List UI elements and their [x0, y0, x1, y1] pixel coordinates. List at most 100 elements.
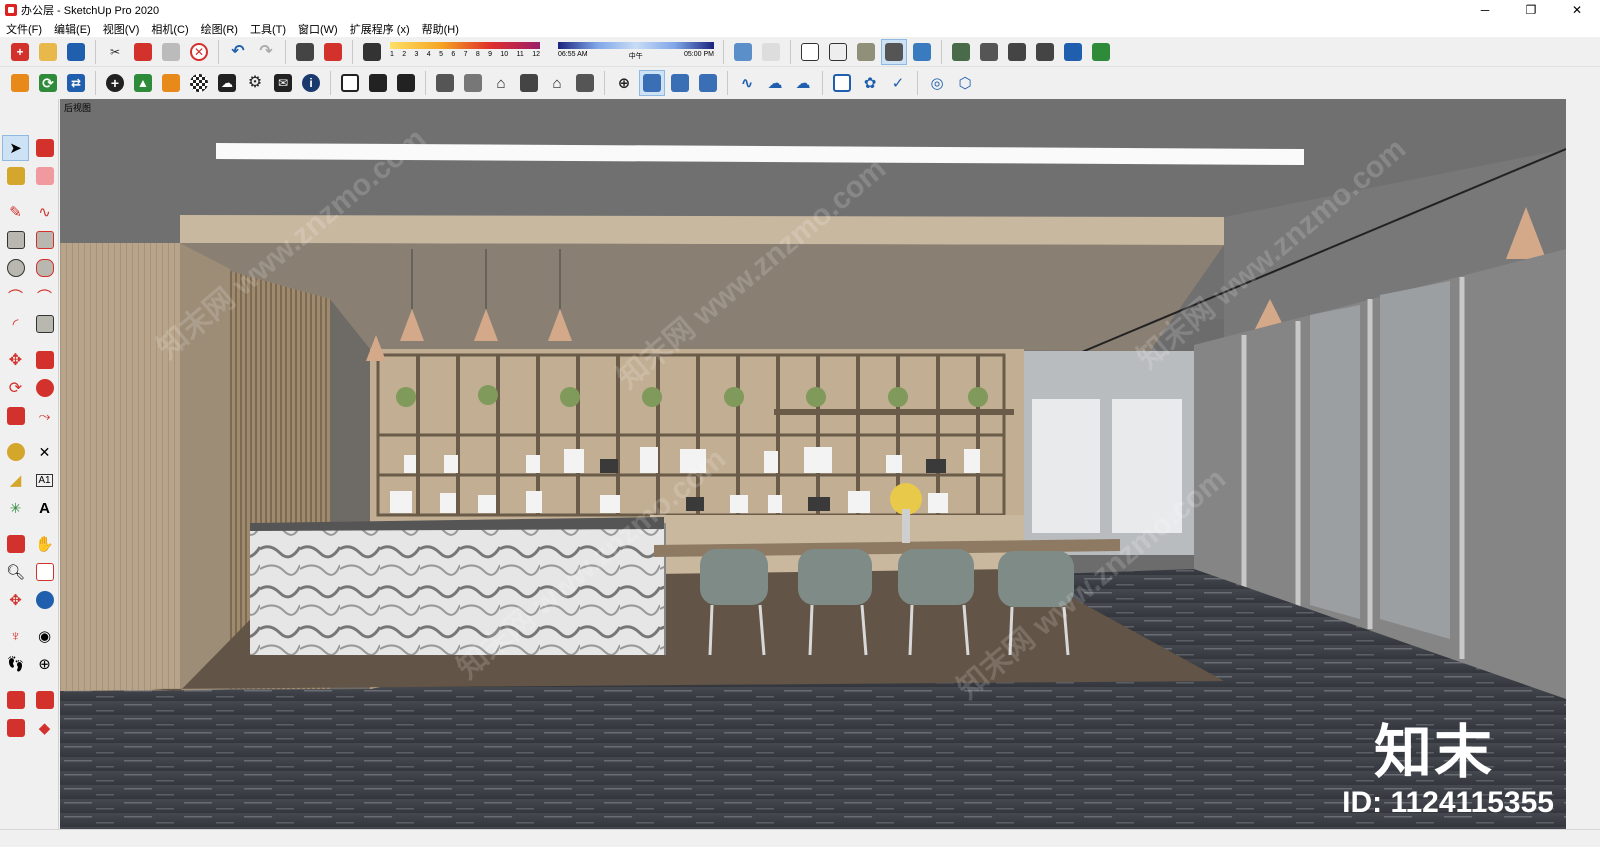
door-button[interactable]: [460, 70, 486, 96]
polygon-tool-button[interactable]: [31, 255, 58, 281]
section-plane-button[interactable]: [2, 531, 29, 557]
flower-button[interactable]: ✿: [857, 70, 883, 96]
model-viewport[interactable]: 后视图 知末网 www.znzmo.com 知末网 www.znzmo.com …: [60, 99, 1566, 829]
rotated-rect-tool-button[interactable]: [31, 227, 58, 253]
paint-bucket-button[interactable]: [2, 163, 29, 189]
solid-subtract-button[interactable]: [667, 70, 693, 96]
position-camera-button[interactable]: ♆: [2, 623, 29, 649]
wireframe-button[interactable]: [797, 39, 823, 65]
box-button[interactable]: [572, 70, 598, 96]
menu-file[interactable]: 文件(F): [0, 21, 48, 37]
mail-button[interactable]: ✉: [270, 70, 296, 96]
front-view-button[interactable]: [1032, 39, 1058, 65]
check-rotate-button[interactable]: ✓: [885, 70, 911, 96]
curve-tool-1-button[interactable]: ∿: [734, 70, 760, 96]
zoom-extents-button[interactable]: ✥: [2, 587, 29, 613]
eraser-button[interactable]: [31, 163, 58, 189]
follow-me-button[interactable]: [31, 375, 58, 401]
environment-button[interactable]: [365, 70, 391, 96]
monochrome-button[interactable]: [909, 39, 935, 65]
protractor-button[interactable]: ◢: [2, 467, 29, 493]
solid-union-button[interactable]: [639, 70, 665, 96]
xray-button[interactable]: [730, 39, 756, 65]
hidden-line-button[interactable]: [825, 39, 851, 65]
extension-warehouse-button[interactable]: [7, 70, 33, 96]
rectangle-tool-button[interactable]: [2, 227, 29, 253]
model-button[interactable]: [393, 70, 419, 96]
select-tool-button[interactable]: ➤: [2, 135, 29, 161]
previous-view-button[interactable]: [31, 587, 58, 613]
shadow-toggle-button[interactable]: [359, 39, 385, 65]
tape-measure-button[interactable]: [2, 439, 29, 465]
roof-button[interactable]: [516, 70, 542, 96]
layout-button[interactable]: [337, 70, 363, 96]
close-button[interactable]: ✕: [1554, 0, 1600, 20]
menu-edit[interactable]: 编辑(E): [48, 21, 97, 37]
shaded-textures-button[interactable]: [881, 38, 907, 65]
cube-button[interactable]: ⬡: [952, 70, 978, 96]
circle-tool-button[interactable]: [2, 255, 29, 281]
right-view-button[interactable]: [1060, 39, 1086, 65]
share-model-button[interactable]: [31, 687, 58, 713]
month-slider[interactable]: 1 2 3 4 5 6 7 8 9 10 11 12: [390, 40, 540, 64]
open-button[interactable]: [35, 39, 61, 65]
3d-text-button[interactable]: A: [31, 495, 58, 521]
house-button[interactable]: ⌂: [488, 70, 514, 96]
model-info-button[interactable]: [320, 39, 346, 65]
menu-draw[interactable]: 绘图(R): [195, 21, 244, 37]
building-button[interactable]: [432, 70, 458, 96]
text-tool-button[interactable]: A1: [31, 467, 58, 493]
rotate-tool-button[interactable]: ⟳: [2, 375, 29, 401]
menu-camera[interactable]: 相机(C): [145, 21, 194, 37]
scene-tab[interactable]: 后视图: [64, 101, 91, 114]
refresh-button[interactable]: ⟳: [35, 70, 61, 96]
paste-button[interactable]: [158, 39, 184, 65]
print-button[interactable]: [292, 39, 318, 65]
menu-view[interactable]: 视图(V): [97, 21, 146, 37]
settings-button[interactable]: ⚙: [242, 70, 268, 96]
ruby-console-button[interactable]: ◆: [31, 715, 58, 741]
pan-button[interactable]: ✋: [31, 531, 58, 557]
scale-tool-button[interactable]: [2, 403, 29, 429]
back-edges-button[interactable]: [758, 39, 784, 65]
checker-button[interactable]: [186, 70, 212, 96]
info-button[interactable]: i: [298, 70, 324, 96]
sandbox-button[interactable]: [158, 70, 184, 96]
section-display-button[interactable]: ⊕: [31, 651, 58, 677]
warehouse-button[interactable]: [2, 687, 29, 713]
pie-tool-button[interactable]: [31, 311, 58, 337]
time-slider[interactable]: 06:55 AM 中午 05:00 PM: [558, 40, 714, 64]
menu-help[interactable]: 帮助(H): [416, 21, 465, 37]
transfer-button[interactable]: ⇄: [63, 70, 89, 96]
axes-tool-button[interactable]: ✳: [2, 495, 29, 521]
upload-button[interactable]: [2, 715, 29, 741]
new-model-button[interactable]: +: [7, 39, 33, 65]
look-around-button[interactable]: ◉: [31, 623, 58, 649]
axes-button[interactable]: ⊕: [611, 70, 637, 96]
push-pull-button[interactable]: [31, 347, 58, 373]
maximize-button[interactable]: ❐: [1508, 0, 1554, 20]
walk-button[interactable]: 👣︎: [2, 651, 29, 677]
redo-button[interactable]: ↷: [253, 39, 279, 65]
two-point-arc-button[interactable]: ⌒: [31, 283, 58, 309]
house-outline-button[interactable]: ⌂: [544, 70, 570, 96]
cut-button[interactable]: ✂: [102, 39, 128, 65]
menu-extensions[interactable]: 扩展程序 (x): [344, 21, 416, 37]
offset-tool-button[interactable]: ⤳: [31, 403, 58, 429]
arc-tool-button[interactable]: ⌒: [2, 283, 29, 309]
three-point-arc-button[interactable]: ◜: [2, 311, 29, 337]
add-button[interactable]: +: [102, 70, 128, 96]
zoom-button[interactable]: 🔍︎: [2, 559, 29, 585]
cloud-tool-button[interactable]: ☁: [762, 70, 788, 96]
back-view-button[interactable]: [1088, 39, 1114, 65]
zoom-window-button[interactable]: [31, 559, 58, 585]
move-tool-button[interactable]: ✥: [2, 347, 29, 373]
components-button[interactable]: [948, 39, 974, 65]
iso-view-button[interactable]: [976, 39, 1002, 65]
shaded-button[interactable]: [853, 39, 879, 65]
minimize-button[interactable]: ─: [1462, 0, 1508, 20]
freehand-tool-button[interactable]: ∿: [31, 199, 58, 225]
scale-box-button[interactable]: [829, 70, 855, 96]
erase-button[interactable]: ✕: [186, 39, 212, 65]
undo-button[interactable]: ↶: [225, 39, 251, 65]
